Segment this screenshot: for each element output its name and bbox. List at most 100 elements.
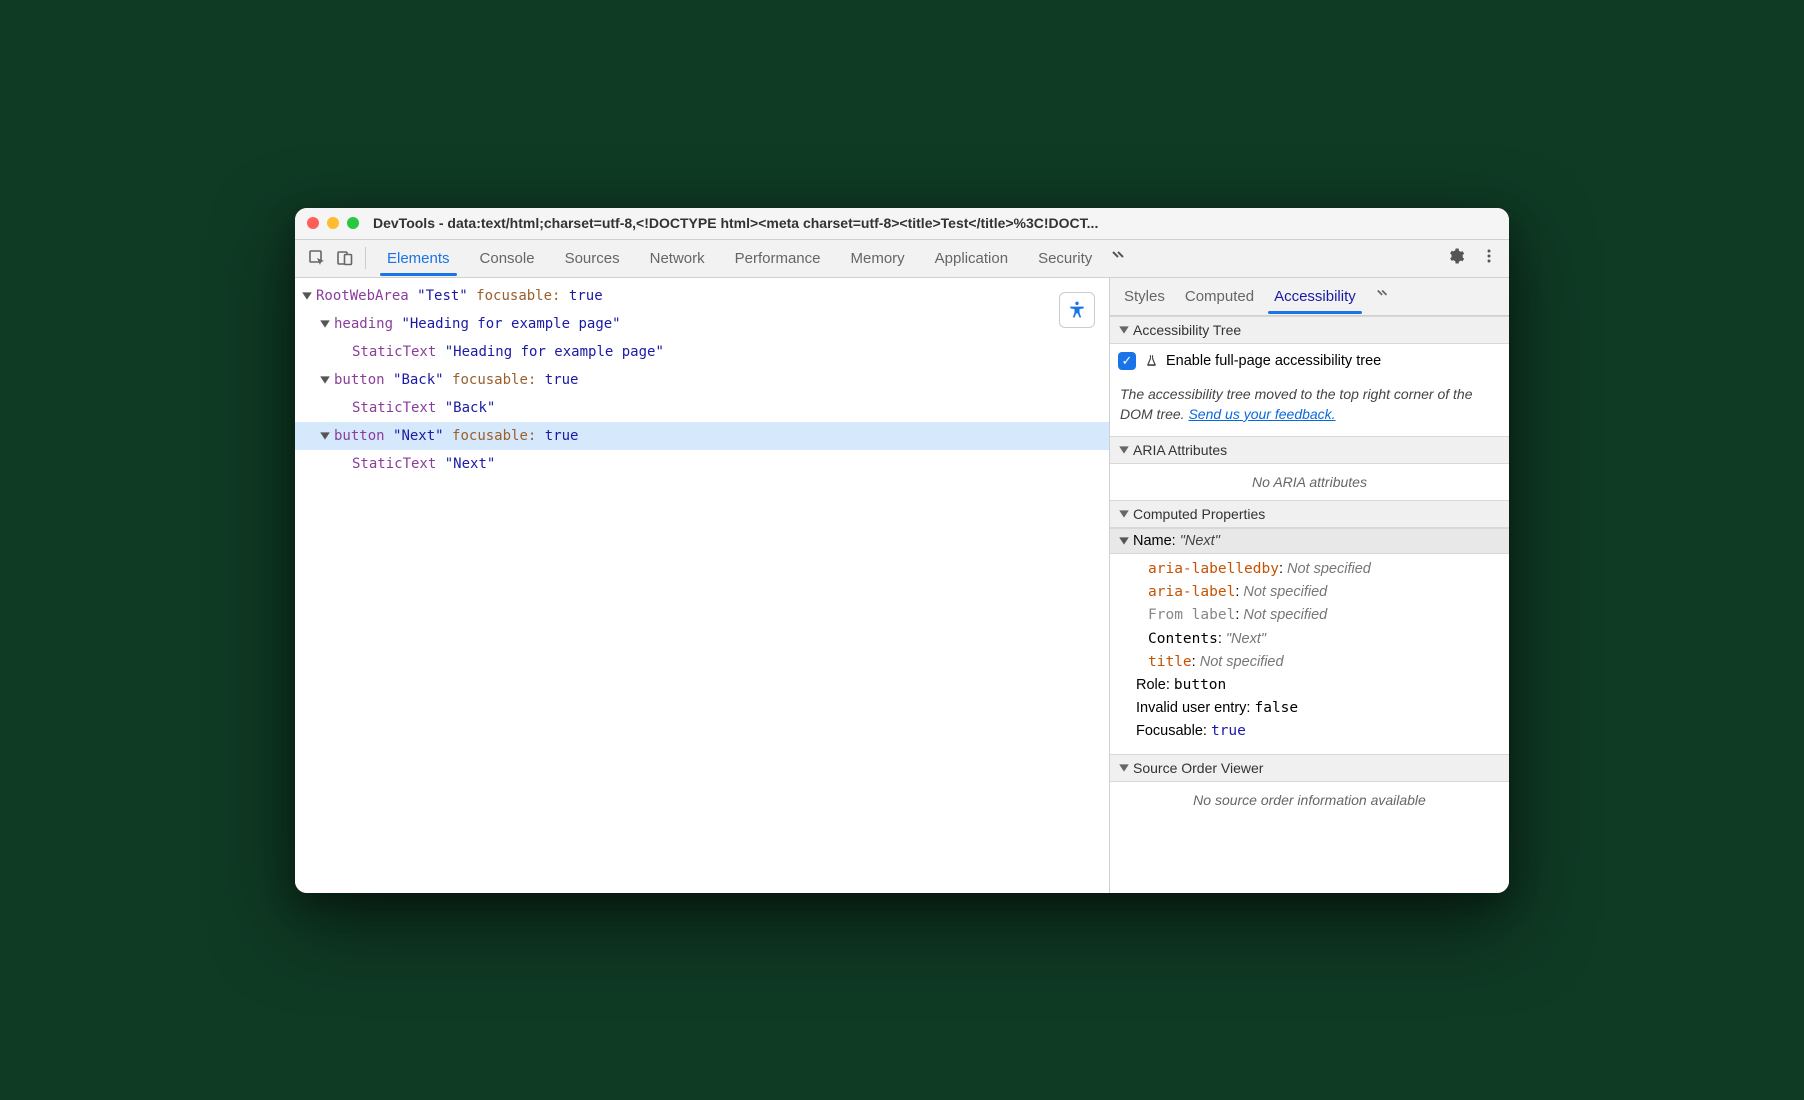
sidetab-computed[interactable]: Computed [1175,280,1264,313]
section-accessibility-tree[interactable]: Accessibility Tree [1110,316,1509,344]
node-attr-val: true [545,366,579,394]
name-source-row: Contents: "Next" [1118,628,1501,651]
sidebar-tabs: Styles Computed Accessibility [1110,278,1509,316]
node-attr-key: focusable: [452,422,536,450]
disclosure-triangle-icon [319,430,331,442]
tree-node[interactable]: button "Next" focusable: true [295,422,1109,450]
sidetab-accessibility[interactable]: Accessibility [1264,280,1366,313]
content-area: RootWebArea "Test" focusable: trueheadin… [295,278,1509,893]
source-key: aria-labelledby [1148,561,1279,577]
tab-elements[interactable]: Elements [372,242,465,275]
computed-name-sources: aria-labelledby: Not specifiedaria-label… [1110,554,1509,754]
tab-network[interactable]: Network [635,242,720,275]
disclosure-triangle-icon [319,318,331,330]
inspect-icon[interactable] [305,246,329,270]
tab-console[interactable]: Console [465,242,550,275]
computed-name-row[interactable]: Name: "Next" [1110,528,1509,554]
name-label: Name: [1133,533,1176,549]
computed-prop-row: Role: button [1118,674,1501,697]
node-name: "Next" [393,422,444,450]
settings-icon[interactable] [1443,243,1469,274]
disclosure-triangle-icon [1118,535,1130,547]
node-role: button [334,422,385,450]
zoom-icon[interactable] [347,217,359,229]
tab-performance[interactable]: Performance [720,242,836,275]
section-aria-attributes[interactable]: ARIA Attributes [1110,436,1509,464]
kebab-menu-icon[interactable] [1477,244,1501,273]
node-attr-val: true [545,422,579,450]
divider [365,247,366,269]
source-value: Not specified [1200,654,1284,670]
node-role: StaticText [352,450,436,478]
disclosure-triangle-icon [1118,444,1130,456]
source-order-empty-message: No source order information available [1110,782,1509,818]
node-name: "Back" [393,366,444,394]
checkbox-checked-icon[interactable]: ✓ [1118,352,1136,370]
name-source-row: aria-labelledby: Not specified [1118,558,1501,581]
node-name: "Heading for example page" [401,310,620,338]
accessibility-tree-pane: RootWebArea "Test" focusable: trueheadin… [295,278,1109,893]
node-attr-key: focusable: [452,366,536,394]
source-key: From label [1148,607,1235,623]
title-bar: DevTools - data:text/html;charset=utf-8,… [295,208,1509,240]
section-title: Source Order Viewer [1133,760,1263,776]
tree-node[interactable]: RootWebArea "Test" focusable: true [295,282,1109,310]
tab-memory[interactable]: Memory [836,242,920,275]
tree-node[interactable]: heading "Heading for example page" [295,310,1109,338]
more-tabs-icon[interactable] [1107,244,1131,272]
tab-security[interactable]: Security [1023,242,1107,275]
more-sidetabs-icon[interactable] [1366,279,1400,313]
disclosure-triangle-icon [301,290,313,302]
device-toggle-icon[interactable] [333,246,357,270]
source-key: Contents [1148,631,1218,647]
enable-a11y-tree-checkbox-row[interactable]: ✓ Enable full-page accessibility tree [1110,344,1509,378]
source-value: Not specified [1243,607,1327,623]
feedback-link[interactable]: Send us your feedback. [1188,406,1335,422]
node-role: StaticText [352,394,436,422]
disclosure-triangle-icon [1118,762,1130,774]
accessibility-toggle-button[interactable] [1059,292,1095,328]
source-value: Not specified [1287,561,1371,577]
tree-node[interactable]: StaticText "Back" [295,394,1109,422]
sidebar-pane: Styles Computed Accessibility Accessibil… [1109,278,1509,893]
name-source-row: aria-label: Not specified [1118,581,1501,604]
tree-node[interactable]: StaticText "Next" [295,450,1109,478]
experiment-flask-icon [1144,354,1158,368]
node-attr-val: true [569,282,603,310]
disclosure-triangle-icon [1118,508,1130,520]
source-value: "Next" [1226,631,1266,647]
devtools-window: DevTools - data:text/html;charset=utf-8,… [295,208,1509,893]
aria-empty-message: No ARIA attributes [1110,464,1509,500]
section-source-order[interactable]: Source Order Viewer [1110,754,1509,782]
source-key: aria-label [1148,584,1235,600]
node-role: heading [334,310,393,338]
node-role: button [334,366,385,394]
node-role: RootWebArea [316,282,409,310]
tab-application[interactable]: Application [920,242,1023,275]
computed-prop-row: Invalid user entry: false [1118,697,1501,720]
panel-tabs: Elements Console Sources Network Perform… [372,242,1443,275]
sidetab-styles[interactable]: Styles [1114,280,1175,313]
node-name: "Test" [417,282,468,310]
node-name: "Back" [445,394,496,422]
traffic-lights [307,217,359,229]
node-role: StaticText [352,338,436,366]
node-name: "Heading for example page" [445,338,664,366]
tree-node[interactable]: StaticText "Heading for example page" [295,338,1109,366]
a11y-notice: The accessibility tree moved to the top … [1110,378,1509,437]
tab-sources[interactable]: Sources [550,242,635,275]
node-attr-key: focusable: [476,282,560,310]
section-computed-properties[interactable]: Computed Properties [1110,500,1509,528]
disclosure-triangle-icon [319,374,331,386]
minimize-icon[interactable] [327,217,339,229]
source-value: Not specified [1243,584,1327,600]
tree-node[interactable]: button "Back" focusable: true [295,366,1109,394]
checkbox-label: Enable full-page accessibility tree [1166,353,1381,369]
computed-prop-row: Focusable: true [1118,720,1501,743]
node-name: "Next" [445,450,496,478]
name-source-row: title: Not specified [1118,651,1501,674]
window-title: DevTools - data:text/html;charset=utf-8,… [373,215,1497,231]
main-toolbar: Elements Console Sources Network Perform… [295,240,1509,278]
source-key: title [1148,654,1192,670]
close-icon[interactable] [307,217,319,229]
